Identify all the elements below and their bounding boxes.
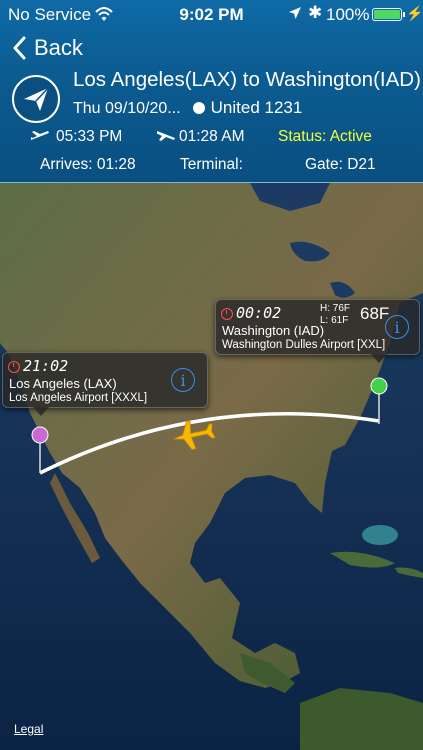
flight-status: Status: Active <box>278 128 372 145</box>
gate-label: Gate: D21 <box>305 156 376 173</box>
back-label: Back <box>34 35 83 60</box>
flight-header: No Service 9:02 PM ✱ 100% ⚡ Back Los Ang… <box>0 0 423 183</box>
destination-callout[interactable]: 00:02 H: 76F L: 61F 68F Washington (IAD)… <box>215 299 420 363</box>
origin-airport: Los Angeles Airport [XXXL] <box>9 392 148 404</box>
arrives-label: Arrives: 01:28 <box>40 156 136 173</box>
charging-bolt-icon: ⚡ <box>406 5 423 21</box>
departure-time: 05:33 PM <box>56 128 123 145</box>
arrival-time: 01:28 AM <box>179 128 245 145</box>
destination-pin-icon[interactable] <box>369 376 389 426</box>
battery-icon <box>372 8 405 21</box>
chevron-left-icon <box>13 36 26 60</box>
destination-weather-low: L: 61F <box>320 315 349 326</box>
flight-route-title: Los Angeles(LAX) to Washington(IAD) <box>73 68 421 91</box>
destination-airport: Washington Dulles Airport [XXL] <box>222 339 386 351</box>
legal-link[interactable]: Legal <box>14 722 43 736</box>
route-overlay <box>39 411 380 475</box>
back-button[interactable]: Back <box>12 33 83 63</box>
status-bar: No Service 9:02 PM ✱ 100% ⚡ <box>0 0 423 30</box>
destination-weather-temp: 68F <box>360 304 390 323</box>
airline-flight-number: United 1231 <box>210 98 303 117</box>
destination-city: Washington (IAD) <box>222 323 325 338</box>
destination-info-button[interactable]: i <box>385 315 409 339</box>
flight-date: Thu 09/10/20... <box>73 100 181 117</box>
takeoff-icon <box>31 131 49 140</box>
terminal-label: Terminal: <box>180 156 243 173</box>
clock-icon <box>8 361 20 373</box>
origin-city: Los Angeles (LAX) <box>9 376 117 391</box>
app-root: No Service 9:02 PM ✱ 100% ⚡ Back Los Ang… <box>0 0 423 750</box>
paper-plane-icon <box>12 75 60 123</box>
origin-callout[interactable]: 21:02 Los Angeles (LAX) Los Angeles Airp… <box>2 352 208 416</box>
location-arrow-icon <box>289 7 301 19</box>
flight-map[interactable]: 00:02 H: 76F L: 61F 68F Washington (IAD)… <box>0 183 423 750</box>
flight-date-line: Thu 09/10/20... United 1231 <box>73 98 302 118</box>
flight-path-line <box>39 411 380 475</box>
destination-weather-high: H: 76F <box>320 303 351 314</box>
landing-icon <box>157 131 175 141</box>
separator-dot-icon <box>192 102 205 114</box>
bluetooth-icon: ✱ <box>308 3 323 22</box>
origin-local-time: 21:02 <box>23 357 69 375</box>
destination-local-time: 00:02 <box>236 304 282 322</box>
clock-icon <box>221 308 233 320</box>
origin-pin-icon[interactable] <box>30 425 50 475</box>
origin-info-button[interactable]: i <box>171 368 195 392</box>
battery-percent: 100% <box>326 5 370 24</box>
